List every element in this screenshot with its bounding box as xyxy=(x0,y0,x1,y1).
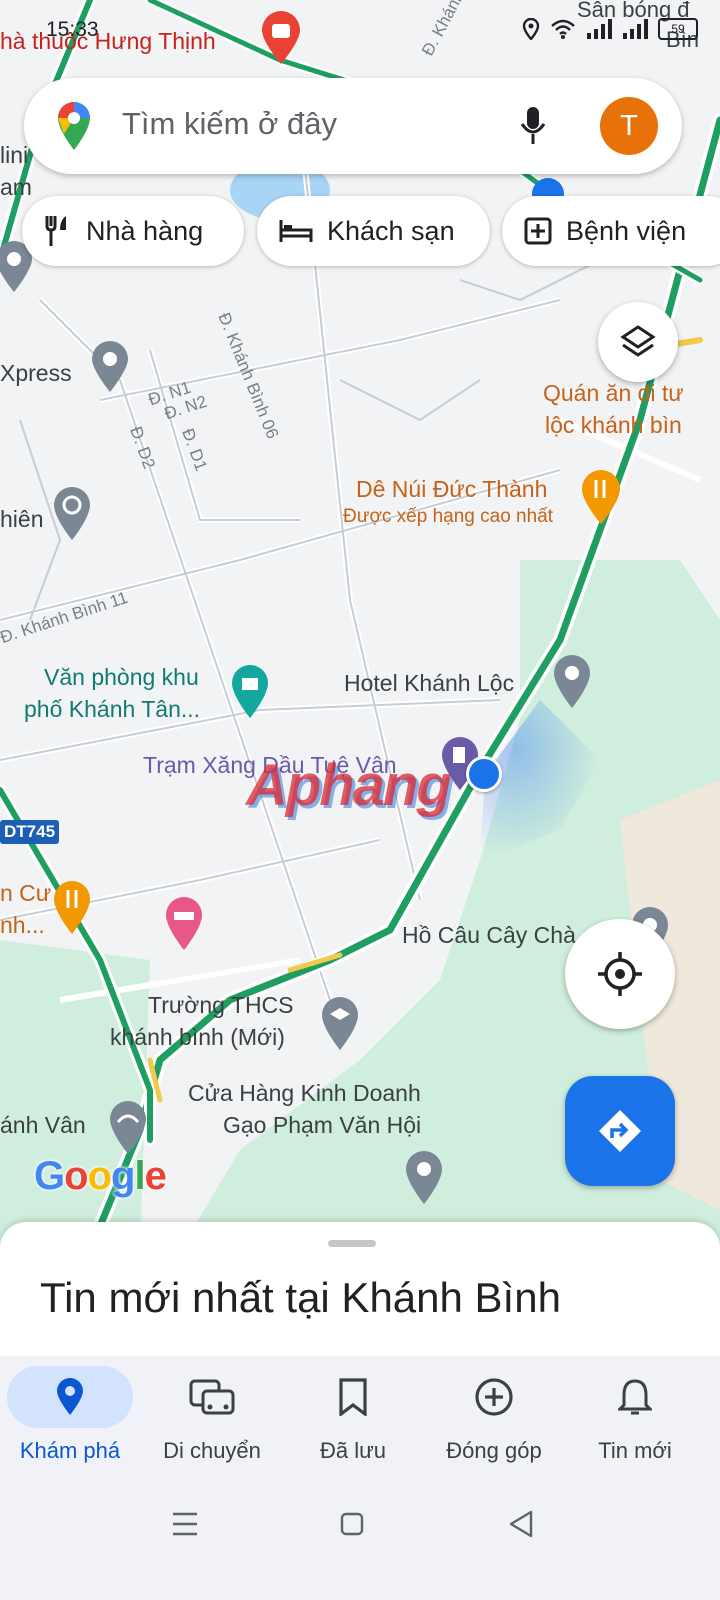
directions-button[interactable] xyxy=(565,1076,675,1186)
bridge-pin-icon[interactable] xyxy=(106,1098,150,1156)
bottom-navigation: Khám phá Di chuyển Đã lưu Đóng góp Tin m… xyxy=(0,1356,720,1480)
chip-hospital[interactable]: Bệnh viện xyxy=(502,196,720,266)
lodging-pin-icon[interactable] xyxy=(162,894,206,952)
avatar[interactable]: T xyxy=(600,97,658,155)
map-label-am[interactable]: am xyxy=(0,172,32,203)
tab-updates[interactable]: Tin mới xyxy=(565,1356,705,1480)
restaurant-pin-icon[interactable] xyxy=(578,468,624,526)
status-time: 15:33 xyxy=(46,18,99,41)
hotel-icon xyxy=(279,220,313,242)
bell-icon xyxy=(618,1379,652,1415)
map-label-xpress[interactable]: Xpress xyxy=(0,358,72,389)
microphone-icon[interactable] xyxy=(520,106,546,146)
religious-pin-icon[interactable] xyxy=(50,484,94,542)
signal-icon xyxy=(587,19,612,39)
tab-commute[interactable]: Di chuyển xyxy=(142,1356,282,1480)
government-pin-icon[interactable] xyxy=(228,662,272,720)
back-icon[interactable] xyxy=(508,1510,534,1538)
chip-restaurant[interactable]: Nhà hàng xyxy=(22,196,244,266)
school-pin-icon[interactable] xyxy=(318,994,362,1052)
chip-hotel[interactable]: Khách sạn xyxy=(257,196,490,266)
map-canvas[interactable]: hà thuốc Hưng Thịnh Sân bóng đ Bìn Xpres… xyxy=(0,0,720,1257)
directions-icon xyxy=(599,1110,641,1152)
restaurant-pin-icon[interactable] xyxy=(50,878,94,936)
watermark: Aphang xyxy=(246,753,452,818)
google-maps-pin-icon xyxy=(58,102,90,150)
sheet-title: Tin mới nhất tại Khánh Bình xyxy=(40,1274,561,1321)
google-logo: Google xyxy=(34,1154,167,1198)
battery-icon: 59 xyxy=(658,18,698,40)
highway-shield-dt745: DT745 xyxy=(0,820,60,844)
home-icon[interactable] xyxy=(340,1512,364,1536)
map-background xyxy=(0,0,720,1257)
map-label-ho-cau[interactable]: Hồ Câu Cây Chà xyxy=(402,920,576,951)
wifi-icon xyxy=(551,19,575,39)
layers-icon xyxy=(620,325,656,357)
latest-news-sheet[interactable]: Tin mới nhất tại Khánh Bình xyxy=(0,1222,720,1358)
system-navigation-bar xyxy=(0,1480,720,1600)
my-location-icon xyxy=(598,952,642,996)
map-label-quan-an-1[interactable]: Quán ăn di tư xyxy=(543,378,684,409)
search-bar[interactable]: Tìm kiếm ở đây T xyxy=(24,78,682,174)
map-label-cu-2[interactable]: nh... xyxy=(0,910,45,941)
chip-label: Khách sạn xyxy=(327,215,455,246)
map-label-de-nui[interactable]: Dê Núi Đức Thành xyxy=(356,474,547,505)
my-location-button[interactable] xyxy=(565,919,675,1029)
map-label-hotel[interactable]: Hotel Khánh Lộc xyxy=(344,668,514,699)
add-circle-icon xyxy=(475,1378,513,1416)
chip-label: Bệnh viện xyxy=(566,215,687,246)
restaurant-icon xyxy=(45,216,66,246)
map-label-cu-1[interactable]: n Cư xyxy=(0,878,51,909)
status-icons: 59 xyxy=(522,18,698,40)
sheet-drag-handle[interactable] xyxy=(328,1240,376,1247)
location-icon xyxy=(522,18,540,40)
map-label-van-phong-1[interactable]: Văn phòng khu xyxy=(44,662,199,693)
map-label-anh-van[interactable]: ánh Vân xyxy=(0,1110,86,1141)
map-label-nhien[interactable]: hiên xyxy=(0,504,43,535)
map-label-de-nui-rating: Được xếp hạng cao nhất xyxy=(343,506,554,527)
tab-saved[interactable]: Đã lưu xyxy=(283,1356,423,1480)
map-label-cua-hang-2[interactable]: Gạo Phạm Văn Hội xyxy=(223,1110,421,1141)
map-label-van-phong-2[interactable]: phố Khánh Tân... xyxy=(24,694,200,725)
battery-level: 59 xyxy=(671,22,685,36)
map-label-ini[interactable]: lini xyxy=(0,140,28,171)
map-label-cua-hang-1[interactable]: Cửa Hàng Kinh Doanh xyxy=(188,1078,421,1109)
tab-explore[interactable]: Khám phá xyxy=(0,1356,140,1480)
place-pin-icon[interactable] xyxy=(402,1148,446,1206)
signal-icon xyxy=(623,19,648,39)
tab-contribute[interactable]: Đóng góp xyxy=(424,1356,564,1480)
search-input[interactable]: Tìm kiếm ở đây xyxy=(122,106,337,142)
chip-label: Nhà hàng xyxy=(86,215,204,246)
map-label-truong-1[interactable]: Trường THCS xyxy=(148,990,294,1021)
map-label-truong-2[interactable]: khánh bình (Mới) xyxy=(110,1022,285,1053)
tab-label: Tin mới xyxy=(598,1438,672,1463)
current-location-dot xyxy=(466,756,502,792)
explore-pin-icon xyxy=(57,1378,83,1415)
place-pin-icon[interactable] xyxy=(88,340,132,394)
hotel-pin-icon[interactable] xyxy=(550,652,594,710)
map-label-quan-an-2[interactable]: lộc khánh bìn xyxy=(545,410,682,441)
status-bar: 15:33 59 xyxy=(0,16,720,50)
bookmark-icon xyxy=(339,1378,367,1416)
menu-icon[interactable] xyxy=(172,1512,198,1536)
hospital-icon xyxy=(524,217,552,245)
commute-icon xyxy=(189,1379,235,1415)
layers-button[interactable] xyxy=(598,302,678,382)
